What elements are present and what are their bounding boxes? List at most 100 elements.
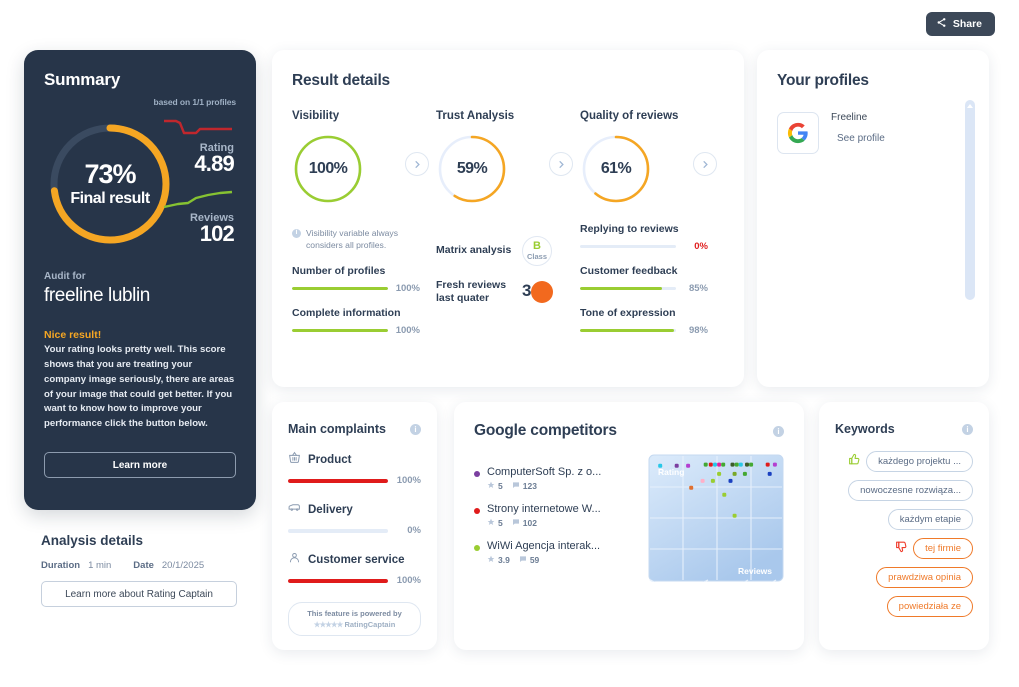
star-icon [487,518,495,528]
metric-caption: Quality of reviews [580,110,679,122]
info-icon[interactable]: i [773,425,784,437]
scatter-point[interactable] [708,462,713,467]
complaint-value: 0% [407,525,421,536]
bar-fill [580,287,662,290]
share-button[interactable]: Share [925,12,995,36]
scatter-point[interactable] [658,463,663,468]
metric-caption: Visibility [292,110,340,122]
rating-value: 4.89 [194,151,234,176]
scatter-point[interactable] [745,462,749,467]
scatter-point[interactable] [722,492,727,497]
date-label: Date [133,560,154,571]
scatter-point[interactable] [732,513,737,518]
list-item[interactable]: ComputerSoft Sp. z o... 5 123 [474,466,634,491]
scatter-point[interactable] [674,463,679,468]
reviews-value: 102 [199,221,235,246]
bar-value: 85% [688,283,708,294]
competitor-color-dot [474,471,480,477]
see-profile-link[interactable]: See profile [837,133,885,144]
scatter-point[interactable] [717,462,722,467]
app-root: Share Summary based on 1/1 profiles 73% … [0,0,1019,687]
bar-track [292,287,388,290]
scatter-point[interactable] [686,463,691,468]
keyword-chip[interactable]: każdym etapie [887,509,973,530]
scatter-point[interactable] [749,462,754,467]
scatter-point[interactable] [742,471,747,476]
your-profiles-title: Your profiles [777,72,869,89]
scatter-point[interactable] [721,462,726,467]
comment-icon [519,555,527,565]
trust-chevron-right-icon[interactable] [549,152,573,176]
scatter-point[interactable] [700,478,705,483]
fresh-reviews-row: Fresh reviews last quater 3 [436,279,580,305]
keyword-chip[interactable]: nowoczesne rozwiąza... [848,480,973,501]
bar-value: 98% [688,325,708,336]
scatter-point[interactable] [765,462,770,467]
scatter-point[interactable] [689,485,694,490]
result-details-panel: Result details Visibility 100% i Visibil… [272,50,744,387]
scatter-point[interactable] [728,478,733,483]
learn-more-button[interactable]: Learn more [44,452,236,479]
profile-list-item[interactable]: Freeline See profile [777,112,969,154]
bar-label: Replying to reviews [580,223,679,235]
scatter-point[interactable] [713,462,717,467]
competitor-list: ComputerSoft Sp. z o... 5 123 Strony int… [474,466,634,582]
bar-track [580,245,676,248]
scatter-point[interactable] [732,471,737,476]
bar-track [292,329,388,332]
verdict-title: Nice result! [44,329,102,341]
scatter-xlabel: Reviews [738,566,772,576]
keyword-chip[interactable]: tej firmie [913,538,973,559]
visibility-note-text: Visibility variable always considers all… [306,228,399,251]
analysis-meta: Duration 1 min Date 20/1/2025 [41,560,251,571]
scatter-point[interactable] [730,462,735,467]
profiles-scrollbar[interactable] [965,100,975,300]
summary-gauges: 73% Final result Rating 4.89 Reviews 102 [44,111,236,261]
learn-more-rating-captain-button[interactable]: Learn more about Rating Captain [41,581,237,607]
matrix-analysis-row: Matrix analysis B Class [436,236,580,266]
keyword-list: każdego projektu ... nowoczesne rozwiąza… [835,451,973,617]
complaint-product: Product 100% [288,451,421,486]
thumbs-down-icon [895,540,908,558]
scatter-point[interactable] [703,462,708,467]
date-value: 20/1/2025 [161,560,205,571]
scatter-point[interactable] [717,471,722,476]
competitor-reviews: 59 [529,555,540,565]
keyword-chip[interactable]: każdego projektu ... [866,451,973,472]
summary-card: Summary based on 1/1 profiles 73% Final … [24,50,256,510]
keyword-chip[interactable]: prawdziwa opinia [876,567,973,588]
fresh-label: Fresh reviews last quater [436,279,507,305]
info-icon[interactable]: i [962,423,973,435]
quality-ring: 61% [580,133,652,205]
list-item[interactable]: WiWi Agencja interak... 3.9 59 [474,540,634,565]
scatter-point[interactable] [710,478,715,483]
competitor-color-dot [474,545,480,551]
quality-chevron-right-icon[interactable] [693,152,717,176]
keyword-row: powiedziała ze [886,596,973,617]
fresh-value: 3 [522,281,532,301]
visibility-chevron-right-icon[interactable] [405,152,429,176]
scatter-point[interactable] [772,462,777,467]
info-icon[interactable]: i [410,423,421,435]
share-icon [936,17,947,31]
rating-block: Rating 4.89 [152,117,235,177]
complaint-track [288,478,388,483]
scatter-point[interactable] [738,462,743,467]
competitors-scatter-chart[interactable]: Rating Reviews [648,454,784,598]
bar-fill [292,287,388,290]
complaint-track [288,528,388,533]
competitor-name: Strony internetowe W... [487,503,601,515]
competitor-reviews: 123 [522,481,537,491]
google-competitors-panel: Google competitors i ComputerSoft Sp. z … [454,402,804,650]
powered-brand: RatingCaptain [344,620,396,629]
complaint-fill [288,578,388,583]
comment-icon [512,518,520,528]
scatter-point[interactable] [734,462,739,467]
competitor-name: WiWi Agencja interak... [487,540,601,552]
keyword-chip[interactable]: powiedziała ze [886,596,973,617]
scatter-point[interactable] [767,471,772,476]
metric-value: 59% [456,160,488,177]
comment-icon [512,481,520,491]
list-item[interactable]: Strony internetowe W... 5 102 [474,503,634,528]
bar-complete-information: Complete information 100% [292,307,420,336]
